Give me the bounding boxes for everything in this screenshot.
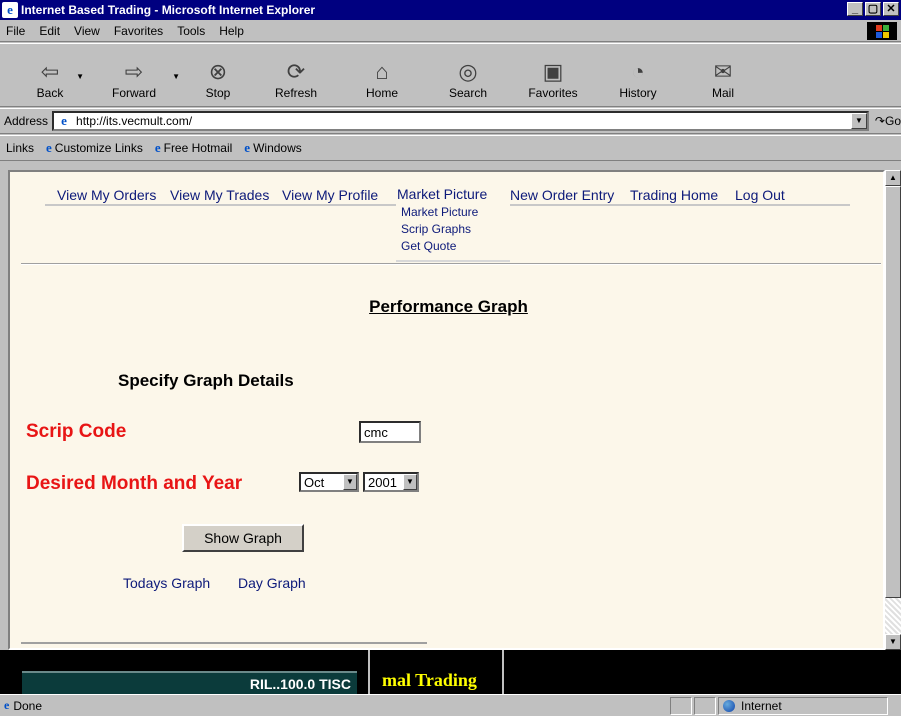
nav-view-trades[interactable]: View My Trades <box>170 187 269 203</box>
window-title: Internet Based Trading - Microsoft Inter… <box>21 3 316 17</box>
security-zone: Internet <box>718 696 888 715</box>
back-dropdown-icon[interactable]: ▼ <box>76 72 84 81</box>
ticker-frame: RIL..100.0 TISC mal Trading <box>0 650 901 694</box>
link-windows[interactable]: e Windows <box>244 140 301 156</box>
menu-tools[interactable]: Tools <box>177 24 205 38</box>
globe-icon <box>723 699 735 712</box>
search-icon: ◎ <box>458 59 478 84</box>
frame-divider[interactable] <box>368 650 370 694</box>
address-dropdown-icon[interactable]: ▼ <box>850 113 867 129</box>
ie-link-icon: e <box>244 140 251 155</box>
menu-bar: File Edit View Favorites Tools Help <box>0 20 901 42</box>
link-customize[interactable]: e Customize Links <box>46 140 143 156</box>
windows-logo-icon <box>867 22 897 40</box>
stop-icon: ⊗ <box>208 59 228 84</box>
address-url: http://its.vecmult.com/ <box>76 114 193 128</box>
go-button[interactable]: ↷Go <box>875 114 901 128</box>
refresh-icon: ⟳ <box>286 59 306 84</box>
menu-edit[interactable]: Edit <box>39 24 60 38</box>
status-bar: e Done Internet <box>0 694 901 716</box>
title-bar: e Internet Based Trading - Microsoft Int… <box>0 0 901 20</box>
window-controls: _ ▢ ✕ <box>847 2 899 16</box>
vertical-scrollbar[interactable]: ▲ ▼ <box>885 170 901 650</box>
favorites-icon: ▣ <box>542 59 564 84</box>
forward-button[interactable]: ⇨ Forward ▼ <box>86 44 182 104</box>
scroll-down-icon[interactable]: ▼ <box>885 634 901 650</box>
maximize-button[interactable]: ▢ <box>865 2 881 16</box>
minimize-button[interactable]: _ <box>847 2 863 16</box>
history-icon: ◔ <box>631 59 645 84</box>
nav-market-picture[interactable]: Market Picture <box>397 186 487 202</box>
frame-divider[interactable] <box>502 650 504 694</box>
history-button[interactable]: ◔ History <box>596 44 680 104</box>
month-year-label: Desired Month and Year <box>26 473 243 494</box>
ie-status-icon: e <box>4 698 10 712</box>
scrip-code-label: Scrip Code <box>26 421 127 442</box>
nav-log-out[interactable]: Log Out <box>735 187 785 203</box>
forward-dropdown-icon[interactable]: ▼ <box>172 72 180 81</box>
status-cell <box>670 696 692 715</box>
back-arrow-icon: ⇦ <box>40 59 60 84</box>
brand-banner: mal Trading <box>382 670 477 690</box>
month-select[interactable]: Oct ▼ <box>299 472 359 492</box>
search-button[interactable]: ◎ Search <box>426 44 510 104</box>
page-content: View My Orders View My Trades View My Pr… <box>8 170 885 650</box>
links-bar: Links e Customize Links e Free Hotmail e Wi… <box>0 135 901 161</box>
back-button[interactable]: ⇦ Back ▼ <box>14 44 86 104</box>
todays-graph-link[interactable]: Todays Graph <box>123 575 210 591</box>
address-label: Address <box>4 114 49 128</box>
refresh-button[interactable]: ⟳ Refresh <box>254 44 338 104</box>
chevron-down-icon: ▼ <box>403 474 417 490</box>
menu-help[interactable]: Help <box>219 24 244 38</box>
status-text: e Done <box>4 698 43 713</box>
show-graph-button[interactable]: Show Graph <box>182 524 304 552</box>
submenu-get-quote[interactable]: Get Quote <box>401 239 456 253</box>
year-select[interactable]: 2001 ▼ <box>363 472 419 492</box>
scroll-thumb[interactable] <box>885 186 901 598</box>
section-heading: Specify Graph Details <box>118 371 294 390</box>
home-button[interactable]: ⌂ Home <box>338 44 426 104</box>
nav-view-profile[interactable]: View My Profile <box>282 187 378 203</box>
nav-trading-home[interactable]: Trading Home <box>630 187 718 203</box>
submenu-market-picture[interactable]: Market Picture <box>401 205 478 219</box>
links-label: Links <box>6 141 35 155</box>
submenu-scrip-graphs[interactable]: Scrip Graphs <box>401 222 471 236</box>
ticker-text: RIL..100.0 TISC <box>249 676 351 692</box>
link-hotmail[interactable]: e Free Hotmail <box>155 140 232 156</box>
menu-view[interactable]: View <box>74 24 100 38</box>
home-icon: ⌂ <box>375 59 389 84</box>
ie-icon: e <box>2 2 18 18</box>
mail-button[interactable]: ✉ Mail <box>680 44 766 104</box>
nav-new-order[interactable]: New Order Entry <box>510 187 614 203</box>
page-title: Performance Graph <box>369 297 528 316</box>
close-button[interactable]: ✕ <box>883 2 899 16</box>
stock-ticker: RIL..100.0 TISC <box>22 671 357 694</box>
address-bar: Address e http://its.vecmult.com/ ▼ ↷Go <box>0 108 901 134</box>
mail-icon: ✉ <box>713 59 733 84</box>
stop-button[interactable]: ⊗ Stop <box>182 44 254 104</box>
menu-file[interactable]: File <box>6 24 25 38</box>
go-arrow-icon: ↷ <box>874 114 885 128</box>
footer-divider <box>21 642 427 644</box>
day-graph-link[interactable]: Day Graph <box>238 575 306 591</box>
menu-favorites[interactable]: Favorites <box>114 24 163 38</box>
divider <box>21 263 881 265</box>
scrip-code-input[interactable]: cmc <box>359 421 421 443</box>
page-icon: e <box>61 113 67 128</box>
forward-arrow-icon: ⇨ <box>124 59 144 84</box>
scroll-up-icon[interactable]: ▲ <box>885 170 901 186</box>
nav-view-orders[interactable]: View My Orders <box>57 187 156 203</box>
favorites-button[interactable]: ▣ Favorites <box>510 44 596 104</box>
ie-link-icon: e <box>46 140 52 155</box>
status-cell <box>694 696 716 715</box>
toolbar: ⇦ Back ▼ ⇨ Forward ▼ ⊗ Stop ⟳ Refresh ⌂ … <box>0 43 901 107</box>
market-picture-menu: Market Picture Market Picture Scrip Grap… <box>396 182 510 262</box>
chevron-down-icon: ▼ <box>343 474 357 490</box>
ie-link-icon: e <box>154 140 161 155</box>
address-input[interactable]: e http://its.vecmult.com/ ▼ <box>52 111 869 131</box>
